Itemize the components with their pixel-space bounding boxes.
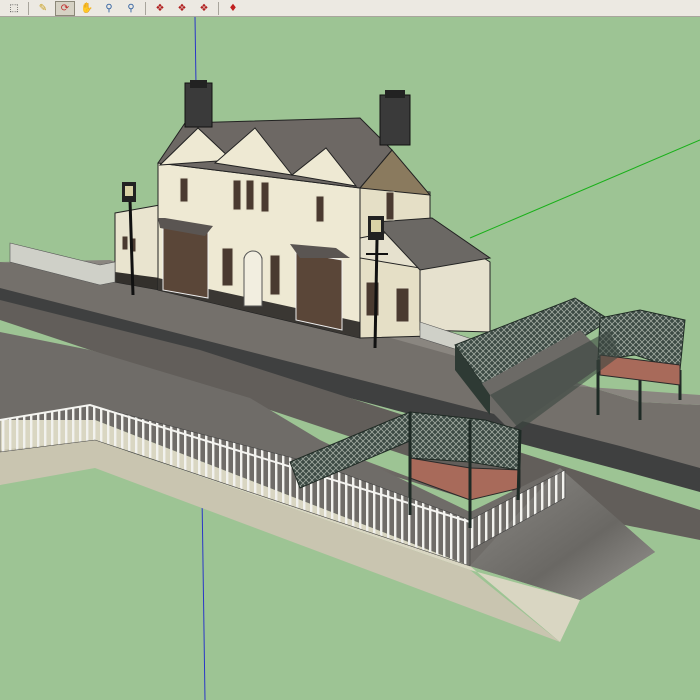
hand-icon: ✋	[80, 2, 94, 14]
zoom-window-button[interactable]: ⚲	[121, 1, 141, 16]
orbit-icon: ⟳	[60, 2, 70, 14]
toolbar-separator	[145, 1, 146, 15]
component-icon: ❖	[177, 2, 187, 14]
component-icon: ❖	[155, 2, 165, 14]
green-axis-line	[469, 139, 700, 239]
paint-bucket-icon: ✎	[38, 2, 48, 14]
magnifier-icon: ⚲	[105, 2, 113, 14]
paint-bucket-button[interactable]: ✎	[33, 1, 53, 16]
toolbar-separator	[218, 1, 219, 15]
component-icon: ❖	[199, 2, 209, 14]
cursor-icon: ⬚	[9, 2, 19, 14]
pan-tool-button[interactable]: ✋	[77, 1, 97, 16]
component-3-button[interactable]: ❖	[194, 1, 214, 16]
ruby-extension-button[interactable]: ♦	[223, 1, 243, 16]
zoom-window-icon: ⚲	[127, 2, 135, 14]
orbit-tool-button[interactable]: ⟳	[55, 0, 75, 16]
component-1-button[interactable]: ❖	[150, 1, 170, 16]
viewport-canvas[interactable]	[0, 17, 700, 700]
toolbar: ⬚ ✎ ⟳ ✋ ⚲ ⚲ ❖ ❖ ❖ ♦	[0, 0, 700, 17]
component-2-button[interactable]: ❖	[172, 1, 192, 16]
select-tool-button[interactable]: ⬚	[4, 1, 24, 16]
toolbar-separator	[28, 1, 29, 15]
zoom-tool-button[interactable]: ⚲	[99, 1, 119, 16]
ruby-icon: ♦	[228, 2, 238, 14]
3d-viewport[interactable]	[0, 17, 700, 700]
